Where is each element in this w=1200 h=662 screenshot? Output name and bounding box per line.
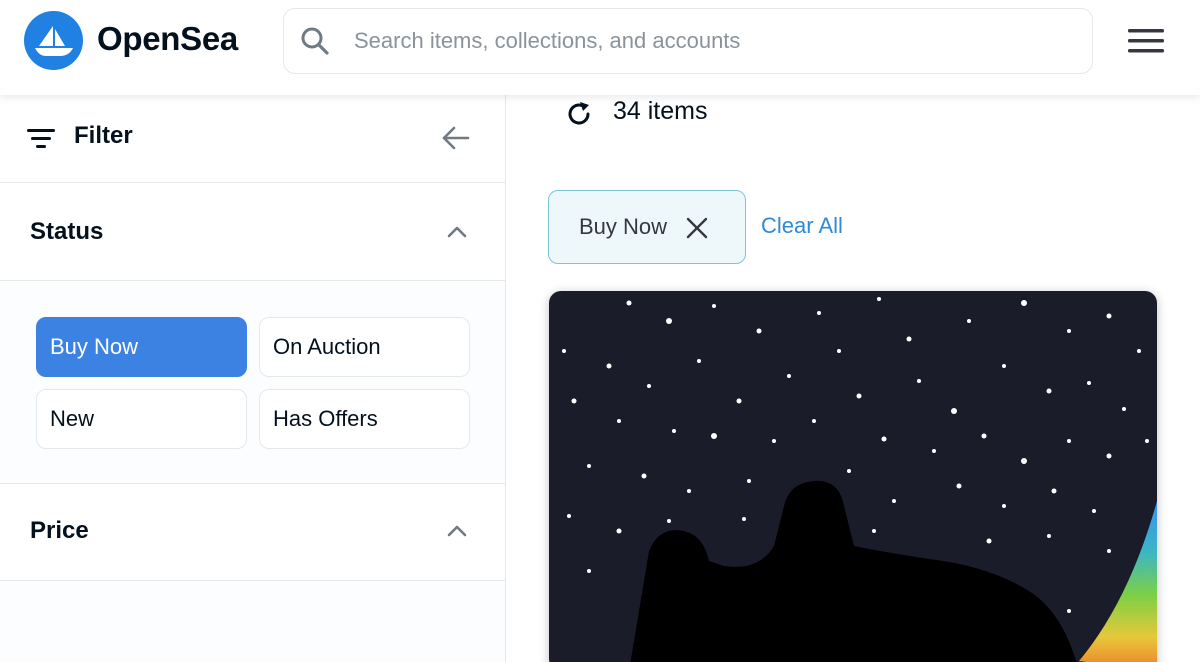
sidebar-empty-area: [0, 581, 505, 662]
chevron-up-icon: [447, 525, 467, 537]
status-chip-on-auction[interactable]: On Auction: [259, 317, 470, 377]
refresh-icon[interactable]: [564, 99, 594, 129]
items-count: 34 items: [613, 97, 708, 125]
top-header: OpenSea: [0, 0, 1200, 95]
main-content: 34 items Buy Now Clear All: [506, 95, 1200, 662]
arrow-left-icon[interactable]: [440, 122, 472, 154]
status-options-panel: Buy Now On Auction New Has Offers: [0, 281, 505, 484]
active-filter-label: Buy Now: [579, 214, 668, 239]
filter-icon: [27, 129, 55, 148]
search-input[interactable]: [354, 9, 1074, 73]
filter-header: Filter: [0, 95, 505, 183]
filter-sidebar: Filter Status Buy Now On Auction New Has…: [0, 95, 506, 662]
price-section-title: Price: [30, 517, 89, 544]
close-icon[interactable]: [685, 216, 709, 240]
nft-card-image[interactable]: [549, 291, 1157, 662]
brand-name[interactable]: OpenSea: [97, 20, 238, 58]
status-chip-has-offers[interactable]: Has Offers: [259, 389, 470, 449]
filter-title: Filter: [74, 122, 133, 149]
search-bar[interactable]: [283, 8, 1093, 74]
status-section-title: Status: [30, 218, 104, 245]
status-chip-buy-now[interactable]: Buy Now: [36, 317, 247, 377]
status-section-toggle[interactable]: Status: [0, 183, 505, 281]
opensea-logo-icon[interactable]: [24, 11, 83, 70]
search-icon: [301, 27, 329, 55]
status-chip-new[interactable]: New: [36, 389, 247, 449]
active-filter-pill[interactable]: Buy Now: [548, 190, 746, 264]
night-sky-artwork: [549, 291, 1157, 662]
price-section-toggle[interactable]: Price: [0, 484, 505, 581]
clear-all-link[interactable]: Clear All: [761, 213, 843, 239]
chevron-up-icon: [447, 226, 467, 238]
hamburger-menu-icon[interactable]: [1126, 26, 1166, 56]
